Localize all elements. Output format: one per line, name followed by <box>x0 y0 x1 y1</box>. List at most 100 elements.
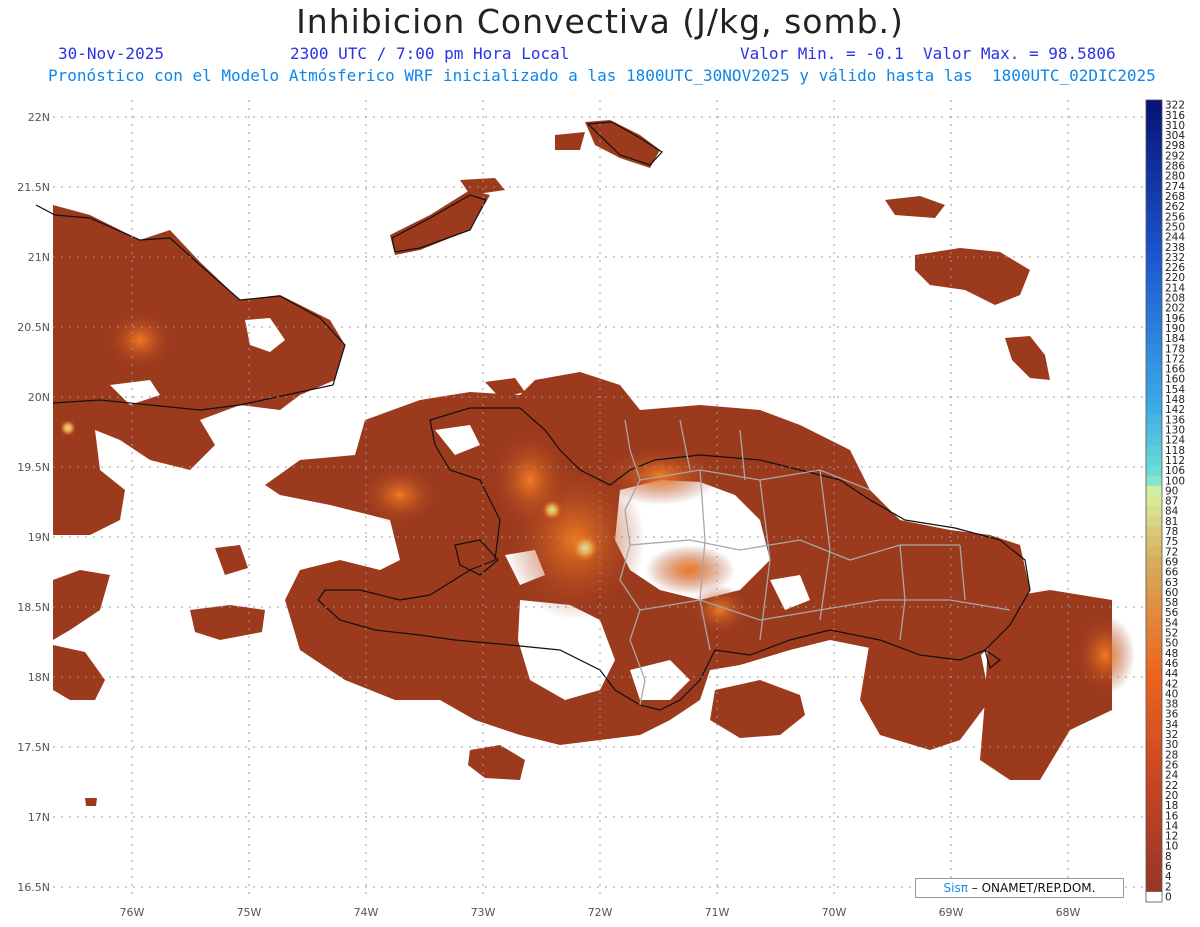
colorbar-swatch <box>1146 282 1162 294</box>
lat-label: 20N <box>28 391 50 404</box>
colorbar-swatch <box>1146 566 1162 578</box>
colorbar-swatch <box>1146 526 1162 537</box>
lon-label: 76W <box>120 906 145 919</box>
colorbar-swatch <box>1146 506 1162 517</box>
colorbar-swatch <box>1146 465 1162 477</box>
colorbar: 3223163103042982922862802742682622562502… <box>1145 99 1185 903</box>
colorbar-swatch <box>1146 698 1162 710</box>
colorbar-swatch <box>1146 160 1162 172</box>
lon-label: 71W <box>705 906 730 919</box>
colorbar-swatch <box>1146 333 1162 345</box>
colorbar-swatch <box>1146 536 1162 548</box>
lat-label: 21N <box>28 251 50 264</box>
colorbar-swatch <box>1146 668 1162 680</box>
colorbar-swatch <box>1146 242 1162 253</box>
lon-label: 72W <box>588 906 613 919</box>
colorbar-swatch <box>1146 516 1162 527</box>
colorbar-swatch <box>1146 303 1162 314</box>
colorbar-swatch <box>1146 597 1162 608</box>
lat-label: 17.5N <box>17 741 50 754</box>
colorbar-swatch <box>1146 343 1162 355</box>
colorbar-swatch <box>1146 577 1162 588</box>
colorbar-swatch <box>1146 374 1162 385</box>
colorbar-swatch <box>1146 252 1162 263</box>
colorbar-swatch <box>1146 719 1162 730</box>
colorbar-swatch <box>1146 709 1162 720</box>
colorbar-swatch <box>1146 749 1162 761</box>
colorbar-swatch <box>1146 810 1162 822</box>
colorbar-swatch <box>1146 435 1162 446</box>
lat-label: 18.5N <box>17 601 50 614</box>
colorbar-swatch <box>1146 485 1162 497</box>
colorbar-swatch <box>1146 678 1162 690</box>
colorbar-swatch <box>1146 272 1162 284</box>
colorbar-swatch <box>1146 495 1162 507</box>
cin-map: 22N 21.5N 21N 20.5N 20N 19.5N 19N 18.5N … <box>17 99 1185 919</box>
colorbar-swatch <box>1146 851 1162 862</box>
colorbar-swatch <box>1146 221 1162 233</box>
longitude-labels: 76W 75W 74W 73W 72W 71W 70W 69W 68W <box>120 906 1081 919</box>
colorbar-swatch <box>1146 262 1162 273</box>
colorbar-swatch <box>1146 231 1162 243</box>
lat-label: 20.5N <box>17 321 50 334</box>
lon-label: 69W <box>939 906 964 919</box>
lat-label: 16.5N <box>17 881 50 894</box>
colorbar-swatch <box>1146 191 1162 202</box>
colorbar-swatch <box>1146 638 1162 649</box>
colorbar-swatch <box>1146 323 1162 334</box>
colorbar-swatch <box>1146 607 1162 619</box>
colorbar-swatch <box>1146 292 1162 304</box>
colorbar-swatch <box>1146 211 1162 223</box>
colorbar-swatch <box>1146 881 1162 893</box>
colorbar-swatch <box>1146 394 1162 405</box>
colorbar-swatch <box>1146 181 1162 192</box>
colorbar-swatch <box>1146 445 1162 456</box>
lon-label: 74W <box>354 906 379 919</box>
colorbar-swatch <box>1146 455 1162 466</box>
colorbar-swatch <box>1146 627 1162 639</box>
lat-label: 22N <box>28 111 50 124</box>
colorbar-swatch <box>1146 688 1162 700</box>
colorbar-swatch <box>1146 759 1162 771</box>
colorbar-swatch <box>1146 556 1162 568</box>
colorbar-swatch <box>1146 140 1162 152</box>
colorbar-swatch <box>1146 384 1162 395</box>
lon-label: 70W <box>822 906 847 919</box>
colorbar-swatch <box>1146 871 1162 883</box>
colorbar-swatch <box>1146 790 1162 801</box>
latitude-labels: 22N 21.5N 21N 20.5N 20N 19.5N 19N 18.5N … <box>17 111 50 894</box>
colorbar-swatch <box>1146 100 1162 111</box>
colorbar-swatch <box>1146 424 1162 436</box>
colorbar-swatch <box>1146 475 1162 487</box>
lon-label: 73W <box>471 906 496 919</box>
colorbar-swatch <box>1146 617 1162 629</box>
colorbar-swatch <box>1146 658 1162 669</box>
colorbar-swatch <box>1146 780 1162 791</box>
colorbar-swatch <box>1146 648 1162 659</box>
colorbar-swatch <box>1146 353 1162 365</box>
colorbar-swatch <box>1146 861 1162 872</box>
colorbar-swatch <box>1146 404 1162 416</box>
colorbar-swatch <box>1146 739 1162 751</box>
colorbar-swatch <box>1146 820 1162 832</box>
colorbar-swatch <box>1146 770 1162 781</box>
colorbar-swatch <box>1146 130 1162 142</box>
credit-text: – ONAMET/REP.DOM. <box>971 881 1096 895</box>
lat-label: 17N <box>28 811 50 824</box>
sis-brand: Sisπ <box>943 881 968 895</box>
lat-label: 19.5N <box>17 461 50 474</box>
colorbar-swatch <box>1146 150 1162 162</box>
colorbar-swatch <box>1146 891 1162 903</box>
credit-box: Sisπ – ONAMET/REP.DOM. <box>915 878 1124 898</box>
colorbar-swatch <box>1146 313 1162 324</box>
lat-label: 19N <box>28 531 50 544</box>
colorbar-swatch <box>1146 546 1162 558</box>
colorbar-swatch <box>1146 587 1162 598</box>
colorbar-swatch <box>1146 830 1162 842</box>
colorbar-swatch <box>1146 729 1162 740</box>
colorbar-swatch <box>1146 800 1162 812</box>
colorbar-swatch <box>1146 414 1162 426</box>
colorbar-swatch <box>1146 110 1162 121</box>
colorbar-swatch <box>1146 201 1162 213</box>
colorbar-swatch <box>1146 363 1162 375</box>
